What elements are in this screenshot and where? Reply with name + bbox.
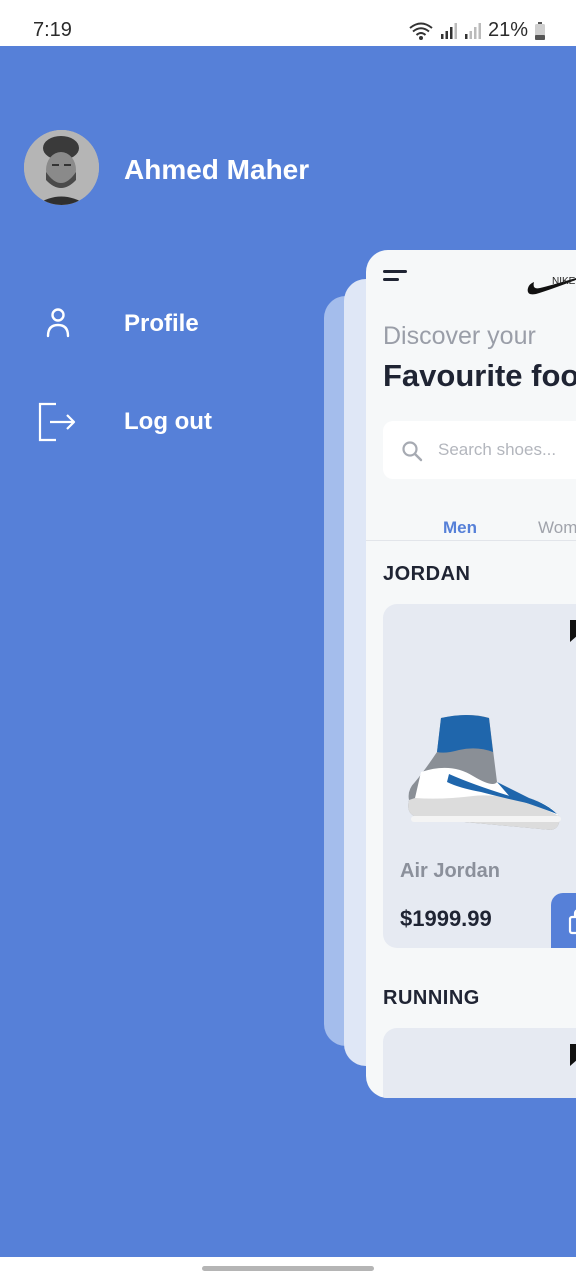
menu-icon[interactable] (383, 270, 409, 284)
avatar[interactable] (24, 130, 99, 205)
shoe-image (408, 715, 561, 830)
home-screen-card[interactable]: NIKE Discover your Favourite foo Search … (366, 250, 576, 1098)
menu-item-logout[interactable]: Log out (0, 392, 300, 452)
status-time: 7:19 (33, 19, 72, 41)
menu-label-logout: Log out (124, 408, 212, 435)
wifi-icon (409, 22, 433, 40)
product-card[interactable]: Air Jordan $1999.99 (383, 604, 576, 948)
tab-divider (366, 540, 576, 541)
navigation-bar (0, 1257, 576, 1280)
page-title: Favourite foo (383, 358, 576, 393)
status-icons: 21% (408, 19, 546, 42)
brand-label: NIKE (552, 276, 576, 287)
add-to-cart-button[interactable] (551, 893, 576, 948)
shopping-bag-icon (568, 909, 576, 935)
tab-men[interactable]: Men (443, 518, 477, 538)
bookmark-icon[interactable] (570, 1044, 576, 1066)
battery-icon (535, 21, 545, 40)
menu-item-profile[interactable]: Profile (0, 294, 300, 354)
avatar-photo (24, 130, 99, 205)
tab-women[interactable]: Wom (538, 518, 576, 538)
logout-icon (38, 402, 76, 442)
search-placeholder: Search shoes... (438, 440, 557, 459)
section-title-jordan: JORDAN (383, 563, 471, 585)
signal-icon (440, 22, 457, 39)
user-icon (46, 308, 70, 338)
signal-icon (464, 22, 481, 39)
menu-label-profile: Profile (124, 310, 199, 337)
user-name: Ahmed Maher (124, 154, 310, 185)
status-bar: 7:19 21% (0, 0, 576, 46)
product-name: Air Jordan (400, 860, 501, 882)
screen: 7:19 21% Ahmed Maher Profile Log out NIK… (0, 0, 576, 1280)
product-card[interactable] (383, 1028, 576, 1098)
home-gesture-handle[interactable] (202, 1266, 374, 1271)
bookmark-icon[interactable] (570, 620, 576, 642)
discover-subtitle: Discover your (383, 322, 536, 350)
product-price: $1999.99 (400, 906, 492, 931)
section-title-running: RUNNING (383, 987, 480, 1009)
search-input[interactable]: Search shoes... (383, 421, 576, 479)
search-icon (402, 441, 423, 462)
battery-percent: 21% (487, 19, 528, 41)
